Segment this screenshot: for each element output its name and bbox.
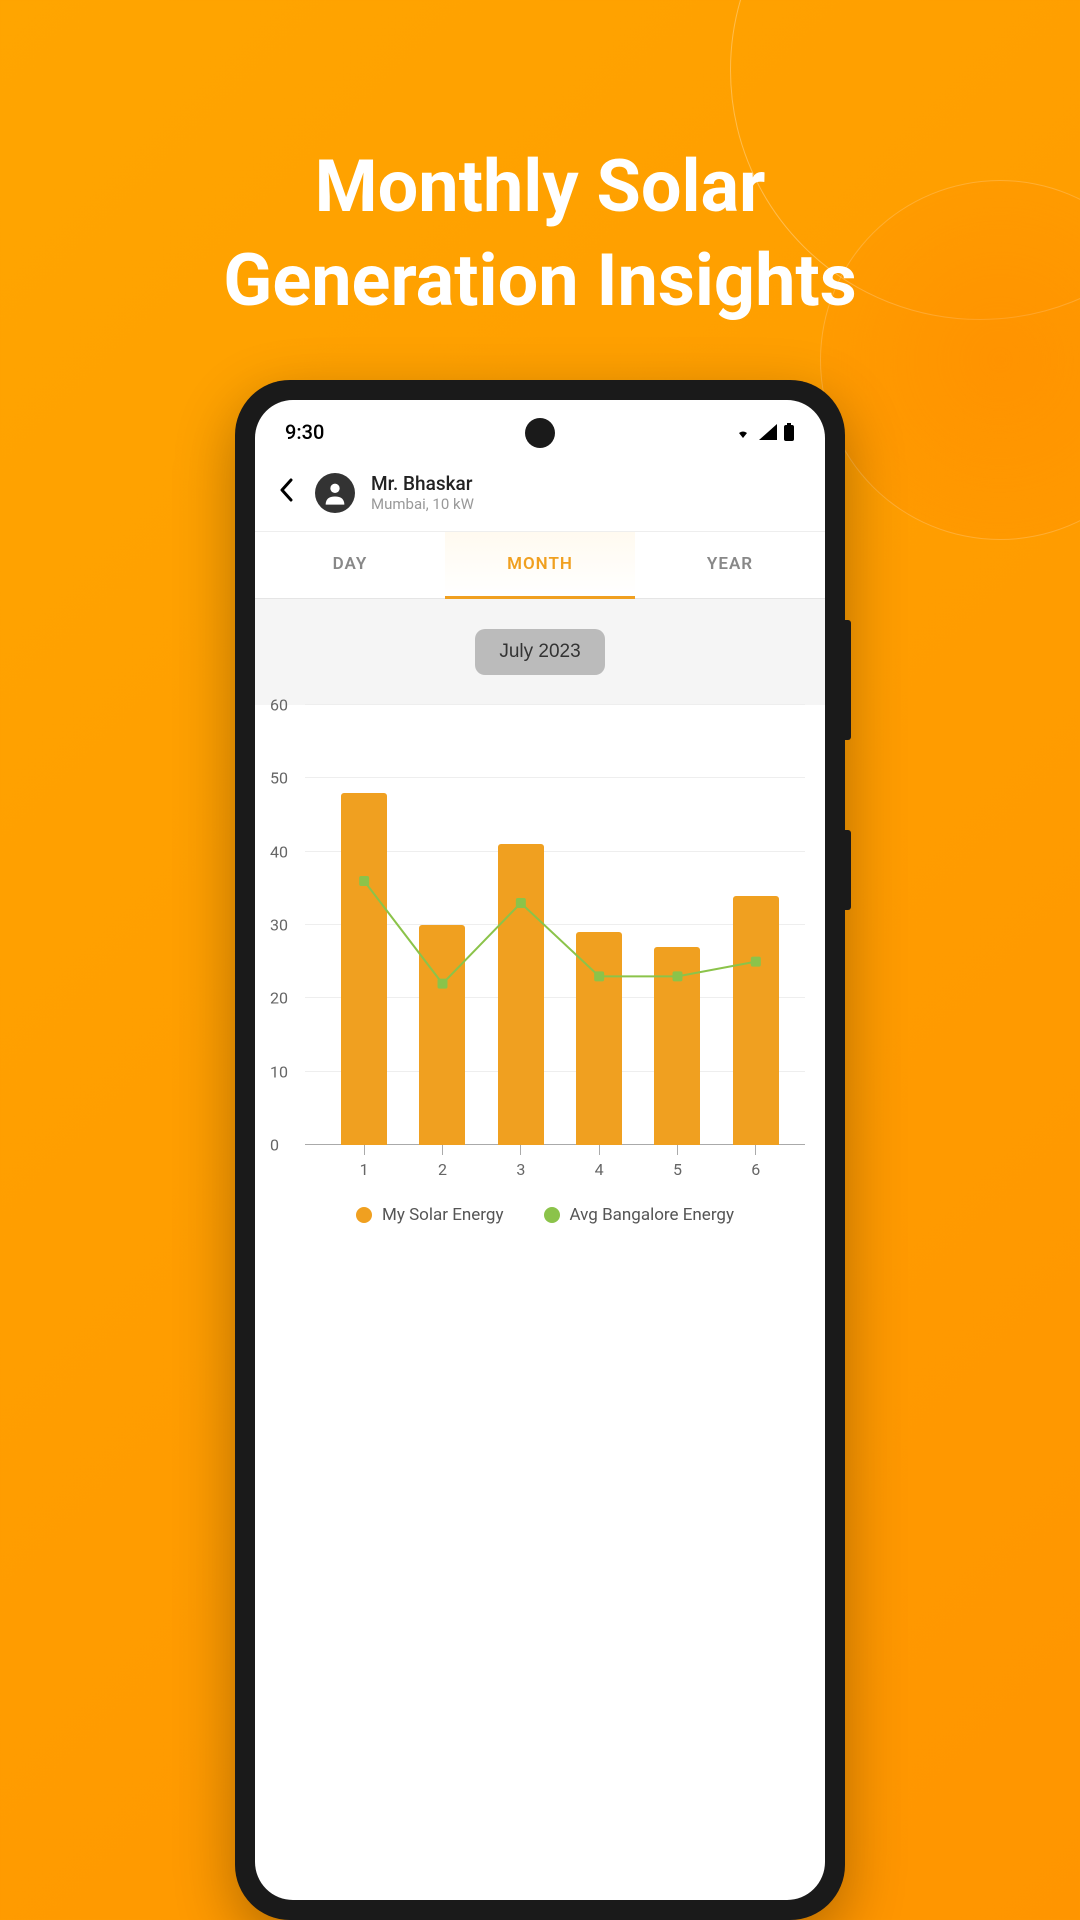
bar-slot: 5 bbox=[654, 947, 700, 1145]
bar-slot: 1 bbox=[341, 793, 387, 1145]
phone-side-button bbox=[845, 620, 851, 740]
chart-section: July 2023 0102030405060123456 My Solar E… bbox=[255, 599, 825, 1265]
bar[interactable] bbox=[654, 947, 700, 1145]
back-button[interactable] bbox=[275, 472, 299, 513]
headline-line-1: Monthly Solar bbox=[40, 140, 1040, 234]
y-tick-label: 10 bbox=[270, 1062, 288, 1081]
legend-label-line: Avg Bangalore Energy bbox=[570, 1205, 735, 1225]
x-tick bbox=[755, 1145, 756, 1155]
legend-label-bar: My Solar Energy bbox=[382, 1205, 504, 1225]
status-time: 9:30 bbox=[285, 420, 324, 444]
chart-container: 0102030405060123456 My Solar Energy Avg … bbox=[255, 705, 825, 1265]
x-tick bbox=[599, 1145, 600, 1155]
x-tick-label: 5 bbox=[673, 1160, 682, 1179]
legend: My Solar Energy Avg Bangalore Energy bbox=[275, 1175, 815, 1245]
avatar[interactable] bbox=[315, 473, 355, 513]
user-name: Mr. Bhaskar bbox=[371, 472, 474, 495]
header-text: Mr. Bhaskar Mumbai, 10 kW bbox=[371, 472, 474, 513]
y-tick-label: 30 bbox=[270, 916, 288, 935]
y-tick-label: 60 bbox=[270, 696, 288, 715]
y-tick-label: 20 bbox=[270, 989, 288, 1008]
plot-area: 0102030405060123456 bbox=[305, 705, 805, 1145]
legend-item-line: Avg Bangalore Energy bbox=[544, 1205, 735, 1225]
tab-day[interactable]: DAY bbox=[255, 532, 445, 598]
battery-icon bbox=[783, 423, 795, 441]
y-tick-label: 40 bbox=[270, 842, 288, 861]
bar-slot: 4 bbox=[576, 932, 622, 1145]
legend-item-bar: My Solar Energy bbox=[356, 1205, 504, 1225]
x-tick-label: 4 bbox=[595, 1160, 604, 1179]
x-tick bbox=[520, 1145, 521, 1155]
user-icon bbox=[321, 479, 349, 507]
headline-line-2: Generation Insights bbox=[40, 234, 1040, 328]
status-icons bbox=[733, 423, 795, 441]
bar-slot: 2 bbox=[419, 925, 465, 1145]
signal-icon bbox=[759, 424, 777, 440]
phone-screen: 9:30 Mr. Bhaskar Mumbai, 10 kW DAY MONTH… bbox=[255, 400, 825, 1900]
bars-row: 123456 bbox=[325, 705, 795, 1145]
user-location: Mumbai, 10 kW bbox=[371, 495, 474, 513]
tab-month[interactable]: MONTH bbox=[445, 532, 635, 599]
x-tick-label: 1 bbox=[360, 1160, 369, 1179]
x-tick-label: 2 bbox=[438, 1160, 447, 1179]
bar[interactable] bbox=[576, 932, 622, 1145]
y-tick-label: 0 bbox=[270, 1136, 279, 1155]
bar[interactable] bbox=[341, 793, 387, 1145]
bar[interactable] bbox=[419, 925, 465, 1145]
legend-dot-bar bbox=[356, 1207, 372, 1223]
tabs: DAY MONTH YEAR bbox=[255, 532, 825, 599]
bar-slot: 3 bbox=[498, 844, 544, 1145]
promo-headline: Monthly Solar Generation Insights bbox=[0, 140, 1080, 327]
bar-slot: 6 bbox=[733, 896, 779, 1145]
y-tick-label: 50 bbox=[270, 769, 288, 788]
x-tick bbox=[442, 1145, 443, 1155]
phone-frame: 9:30 Mr. Bhaskar Mumbai, 10 kW DAY MONTH… bbox=[235, 380, 845, 1920]
x-tick-label: 6 bbox=[751, 1160, 760, 1179]
x-tick-label: 3 bbox=[516, 1160, 525, 1179]
date-picker-button[interactable]: July 2023 bbox=[475, 629, 604, 675]
legend-dot-line bbox=[544, 1207, 560, 1223]
phone-side-button bbox=[845, 830, 851, 910]
wifi-icon bbox=[733, 424, 753, 440]
x-tick bbox=[364, 1145, 365, 1155]
tab-year[interactable]: YEAR bbox=[635, 532, 825, 598]
app-header: Mr. Bhaskar Mumbai, 10 kW bbox=[255, 454, 825, 532]
bar[interactable] bbox=[498, 844, 544, 1145]
chevron-left-icon bbox=[279, 478, 295, 502]
x-tick bbox=[677, 1145, 678, 1155]
camera-notch bbox=[525, 418, 555, 448]
bar[interactable] bbox=[733, 896, 779, 1145]
